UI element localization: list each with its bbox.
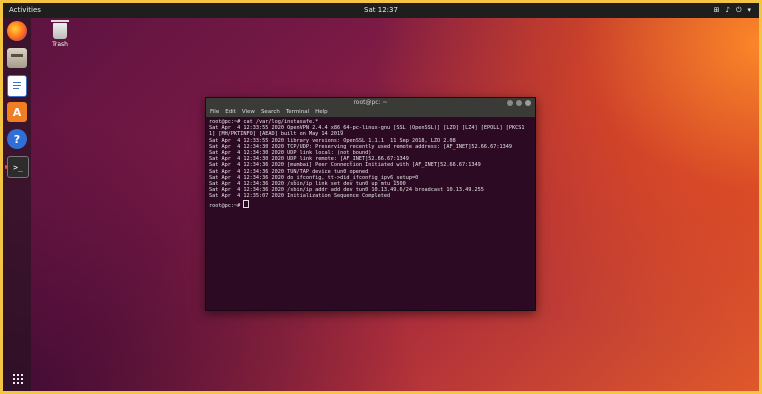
- terminal-line: Sat Apr 4 12:34:36 2020 [mumbai] Peer Co…: [209, 162, 481, 169]
- close-icon[interactable]: [525, 100, 531, 106]
- trash-icon: [51, 20, 69, 39]
- libreoffice-writer-icon[interactable]: [7, 75, 27, 97]
- terminal-prompt: root@pc:~#: [209, 202, 244, 209]
- clock[interactable]: Sat 12:37: [3, 3, 759, 18]
- ubuntu-software-icon[interactable]: A: [7, 102, 27, 122]
- terminal-output[interactable]: root@pc:~# cat /var/log/instasafe.* Sat A…: [206, 117, 530, 310]
- terminal-window[interactable]: root@pc: ~ File Edit View Search Termina…: [205, 97, 536, 311]
- minimize-icon[interactable]: [507, 100, 513, 106]
- terminal-cursor: [243, 199, 250, 208]
- top-bar: Activities Sat 12:37 ⊞ ♪ ⏻ ▾: [3, 3, 759, 18]
- menu-edit[interactable]: Edit: [225, 108, 236, 117]
- firefox-icon[interactable]: [7, 21, 27, 41]
- trash-label: Trash: [52, 41, 68, 48]
- power-icon[interactable]: ⏻: [736, 3, 742, 18]
- desktop-frame: Activities Sat 12:37 ⊞ ♪ ⏻ ▾ A ? >_ Tras…: [3, 3, 759, 391]
- menu-view[interactable]: View: [242, 108, 255, 117]
- terminal-menubar: File Edit View Search Terminal Help: [206, 108, 535, 117]
- system-tray[interactable]: ⊞ ♪ ⏻ ▾: [714, 3, 751, 18]
- trash-desktop-icon[interactable]: Trash: [45, 20, 75, 48]
- terminal-line: Sat Apr 4 12:33:55 2020 OpenVPN 2.4.4 x8…: [209, 125, 525, 138]
- volume-icon[interactable]: ♪: [725, 3, 729, 18]
- terminal-icon[interactable]: >_: [5, 156, 29, 178]
- menu-terminal[interactable]: Terminal: [286, 108, 309, 117]
- terminal-scrollbar[interactable]: [530, 117, 535, 310]
- help-icon[interactable]: ?: [7, 129, 27, 149]
- terminal-titlebar[interactable]: root@pc: ~: [206, 98, 535, 108]
- menu-help[interactable]: Help: [315, 108, 328, 117]
- menu-file[interactable]: File: [210, 108, 219, 117]
- terminal-prompt-line[interactable]: root@pc:~#: [209, 199, 527, 209]
- maximize-icon[interactable]: [516, 100, 522, 106]
- dock: A ? >_: [3, 18, 31, 391]
- terminal-title: root@pc: ~: [353, 99, 388, 106]
- network-icon[interactable]: ⊞: [714, 3, 720, 18]
- menu-search[interactable]: Search: [261, 108, 280, 117]
- menu-arrow-icon[interactable]: ▾: [747, 3, 751, 18]
- show-applications-icon[interactable]: [12, 373, 24, 385]
- files-icon[interactable]: [7, 48, 27, 68]
